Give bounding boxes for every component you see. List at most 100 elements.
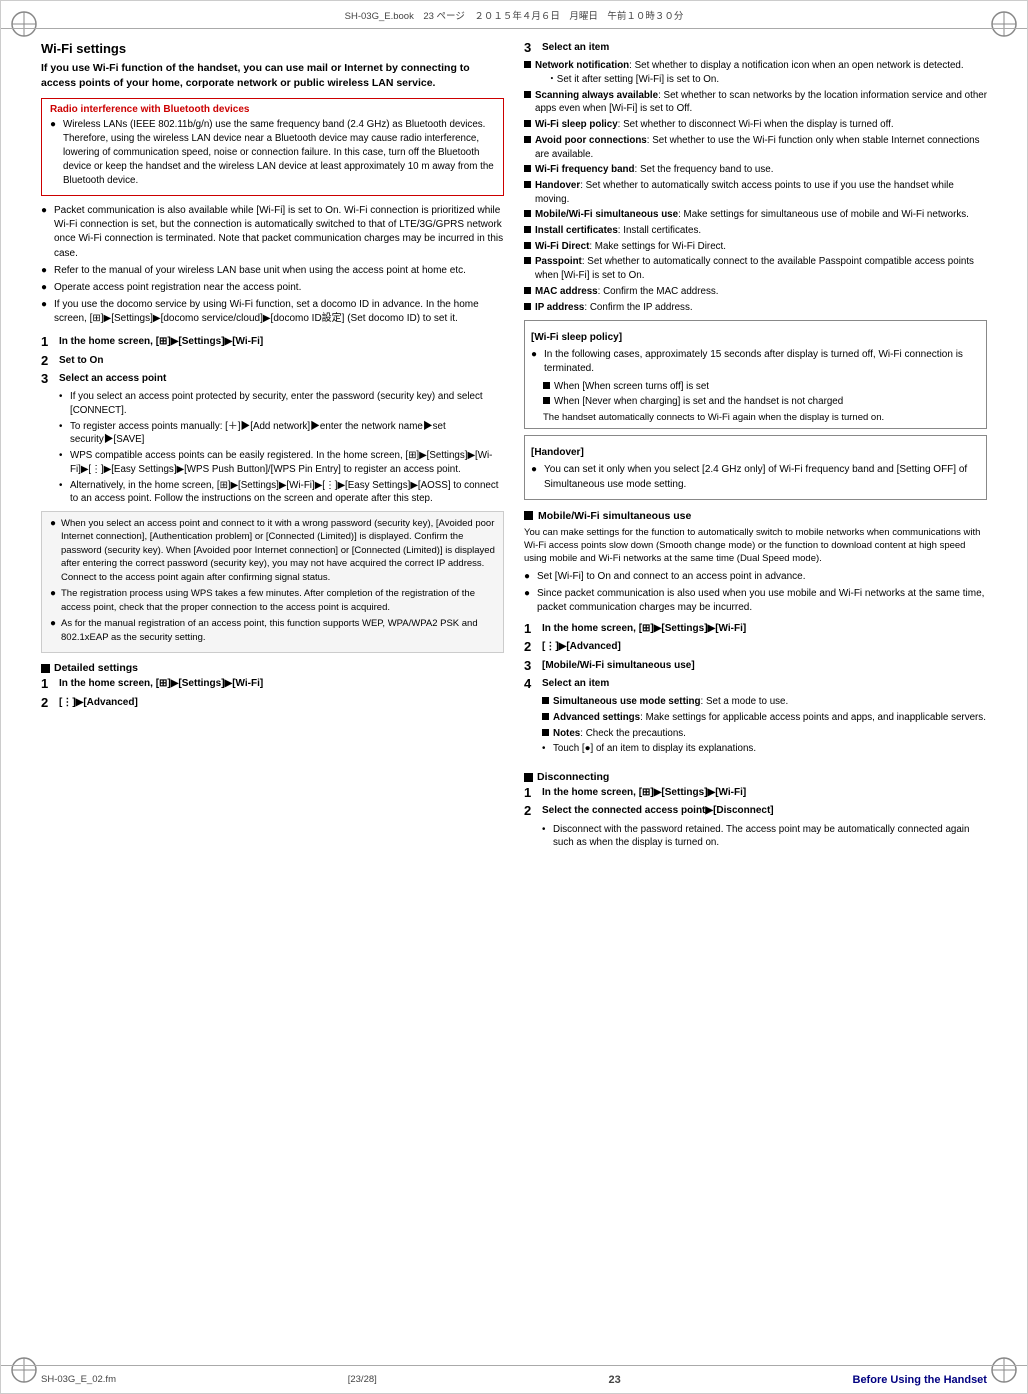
step-number: 3 bbox=[41, 372, 55, 386]
mobile-wifi-step-1: 1 In the home screen, [⊞]▶[Settings]▶[Wi… bbox=[524, 622, 987, 636]
step-number: 1 bbox=[41, 677, 55, 691]
right-column: 3 Select an item Network notification: S… bbox=[524, 41, 987, 1353]
info-box-bullet: ● Wireless LANs (IEEE 802.11b/g/n) use t… bbox=[50, 118, 495, 188]
square-icon bbox=[524, 61, 531, 68]
list-item: ● In the following cases, approximately … bbox=[531, 348, 980, 376]
main-content: Wi-Fi settings If you use Wi-Fi function… bbox=[41, 29, 987, 1365]
list-item: Mobile/Wi-Fi simultaneous use: Make sett… bbox=[524, 208, 987, 222]
list-item: ● The registration process using WPS tak… bbox=[50, 587, 495, 614]
step-number: 1 bbox=[524, 786, 538, 800]
detailed-step-1: 1 In the home screen, [⊞]▶[Settings]▶[Wi… bbox=[41, 677, 504, 691]
mobile-wifi-heading: Mobile/Wi-Fi simultaneous use bbox=[524, 510, 987, 522]
list-item: When [Never when charging] is set and th… bbox=[543, 395, 980, 409]
list-item: Passpoint: Set whether to automatically … bbox=[524, 255, 987, 282]
step-number: 2 bbox=[41, 696, 55, 710]
step-number: 1 bbox=[41, 335, 55, 349]
page: SH-03G_E.book 23 ページ ２０１５年４月６日 月曜日 午前１０時… bbox=[0, 0, 1028, 1394]
step-label: Select an access point bbox=[59, 372, 504, 386]
footer-title: Before Using the Handset bbox=[853, 1374, 987, 1386]
step-label: [⋮]▶[Advanced] bbox=[59, 696, 504, 710]
right-step-3: 3 Select an item bbox=[524, 41, 987, 55]
list-item: ● You can set it only when you select [2… bbox=[531, 463, 980, 491]
step-label: Select the connected access point▶[Disco… bbox=[542, 804, 987, 818]
step-label: [⋮]▶[Advanced] bbox=[542, 640, 987, 654]
page-footer: SH-03G_E_02.fm [23/28] 23 Before Using t… bbox=[1, 1365, 1027, 1393]
list-item: Install certificates: Install certificat… bbox=[524, 224, 987, 238]
square-icon bbox=[524, 257, 531, 264]
square-icon bbox=[542, 729, 549, 736]
wifi-sleep-policy-box: [Wi-Fi sleep policy] ● In the following … bbox=[524, 320, 987, 429]
section-title: Wi-Fi settings bbox=[41, 41, 504, 56]
step-label: In the home screen, [⊞]▶[Settings]▶[Wi-F… bbox=[542, 786, 987, 800]
step-label: [Mobile/Wi-Fi simultaneous use] bbox=[542, 659, 987, 673]
warning-content: ● When you select an access point and co… bbox=[50, 517, 495, 644]
list-item: Advanced settings: Make settings for app… bbox=[542, 711, 987, 725]
list-item: ● If you use the docomo service by using… bbox=[41, 298, 504, 326]
mobile-wifi-intro: You can make settings for the function t… bbox=[524, 526, 987, 566]
warning-box: ● When you select an access point and co… bbox=[41, 511, 504, 653]
step-1: 1 In the home screen, [⊞]▶[Settings]▶[Wi… bbox=[41, 335, 504, 349]
info-box-title: Radio interference with Bluetooth device… bbox=[50, 104, 495, 115]
list-item: ● Set [Wi-Fi] to On and connect to an ac… bbox=[524, 570, 987, 584]
step-label: Set to On bbox=[59, 354, 504, 368]
black-square-icon bbox=[41, 664, 50, 673]
list-item: ● Refer to the manual of your wireless L… bbox=[41, 264, 504, 278]
list-item: IP address: Confirm the IP address. bbox=[524, 301, 987, 315]
step-3: 3 Select an access point bbox=[41, 372, 504, 386]
square-icon bbox=[524, 91, 531, 98]
list-item: • Disconnect with the password retained.… bbox=[542, 823, 987, 850]
square-icon bbox=[543, 397, 550, 404]
wifi-sleep-heading: [Wi-Fi sleep policy] bbox=[531, 331, 980, 345]
footer-page-num: 23 bbox=[609, 1374, 621, 1386]
list-item: ● Packet communication is also available… bbox=[41, 204, 504, 261]
list-item: Handover: Set whether to automatically s… bbox=[524, 179, 987, 206]
main-bullet-list: ● Packet communication is also available… bbox=[41, 204, 504, 330]
page-header: SH-03G_E.book 23 ページ ２０１５年４月６日 月曜日 午前１０時… bbox=[1, 1, 1027, 29]
detailed-step-2: 2 [⋮]▶[Advanced] bbox=[41, 696, 504, 710]
square-icon bbox=[542, 697, 549, 704]
handover-heading: [Handover] bbox=[531, 446, 980, 460]
step-label: Select an item bbox=[542, 41, 987, 55]
list-item: • Touch [●] of an item to display its ex… bbox=[542, 742, 987, 756]
wifi-sleep-footer: The handset automatically connects to Wi… bbox=[543, 411, 980, 424]
left-column: Wi-Fi settings If you use Wi-Fi function… bbox=[41, 41, 504, 1353]
handover-section: [Handover] ● You can set it only when yo… bbox=[524, 435, 987, 499]
intro-text: If you use Wi-Fi function of the handset… bbox=[41, 61, 504, 91]
list-item: Wi-Fi frequency band: Set the frequency … bbox=[524, 163, 987, 177]
square-icon bbox=[542, 713, 549, 720]
step-number: 3 bbox=[524, 41, 538, 55]
detailed-settings-heading: Detailed settings bbox=[41, 662, 504, 674]
footer-file: SH-03G_E_02.fm bbox=[41, 1374, 116, 1385]
step-label: In the home screen, [⊞]▶[Settings]▶[Wi-F… bbox=[59, 677, 504, 691]
list-item: When [When screen turns off] is set bbox=[543, 380, 980, 394]
list-item: Wi-Fi Direct: Make settings for Wi-Fi Di… bbox=[524, 240, 987, 254]
square-icon bbox=[524, 120, 531, 127]
square-icon bbox=[524, 303, 531, 310]
info-box-content: ● Wireless LANs (IEEE 802.11b/g/n) use t… bbox=[50, 118, 495, 188]
step-number: 2 bbox=[524, 804, 538, 818]
list-item: Scanning always available: Set whether t… bbox=[524, 89, 987, 116]
square-icon bbox=[543, 382, 550, 389]
bullet-dot: ● bbox=[41, 204, 51, 218]
list-item: Wi-Fi sleep policy: Set whether to disco… bbox=[524, 118, 987, 132]
mobile-wifi-step-3: 3 [Mobile/Wi-Fi simultaneous use] bbox=[524, 659, 987, 673]
list-item: ● Since packet communication is also use… bbox=[524, 587, 987, 615]
step-number: 2 bbox=[41, 354, 55, 368]
disconnecting-sub: • Disconnect with the password retained.… bbox=[542, 823, 987, 850]
step-number: 4 bbox=[524, 677, 538, 691]
square-icon bbox=[524, 136, 531, 143]
disconnecting-step-1: 1 In the home screen, [⊞]▶[Settings]▶[Wi… bbox=[524, 786, 987, 800]
list-item: Notes: Check the precautions. bbox=[542, 727, 987, 741]
footer-pages: [23/28] bbox=[348, 1374, 377, 1385]
list-item: • To register access points manually: [＋… bbox=[59, 420, 504, 447]
list-item: Avoid poor connections: Set whether to u… bbox=[524, 134, 987, 161]
list-item: • WPS compatible access points can be ea… bbox=[59, 449, 504, 476]
square-icon bbox=[524, 165, 531, 172]
bullet-dot: ● bbox=[41, 281, 51, 295]
step-label: Select an item bbox=[542, 677, 987, 691]
disconnecting-section: Disconnecting 1 In the home screen, [⊞]▶… bbox=[524, 767, 987, 853]
step-3-sub-bullets: • If you select an access point protecte… bbox=[59, 390, 504, 508]
step-number: 1 bbox=[524, 622, 538, 636]
step-label: In the home screen, [⊞]▶[Settings]▶[Wi-F… bbox=[542, 622, 987, 636]
disconnecting-heading: Disconnecting bbox=[524, 771, 987, 783]
